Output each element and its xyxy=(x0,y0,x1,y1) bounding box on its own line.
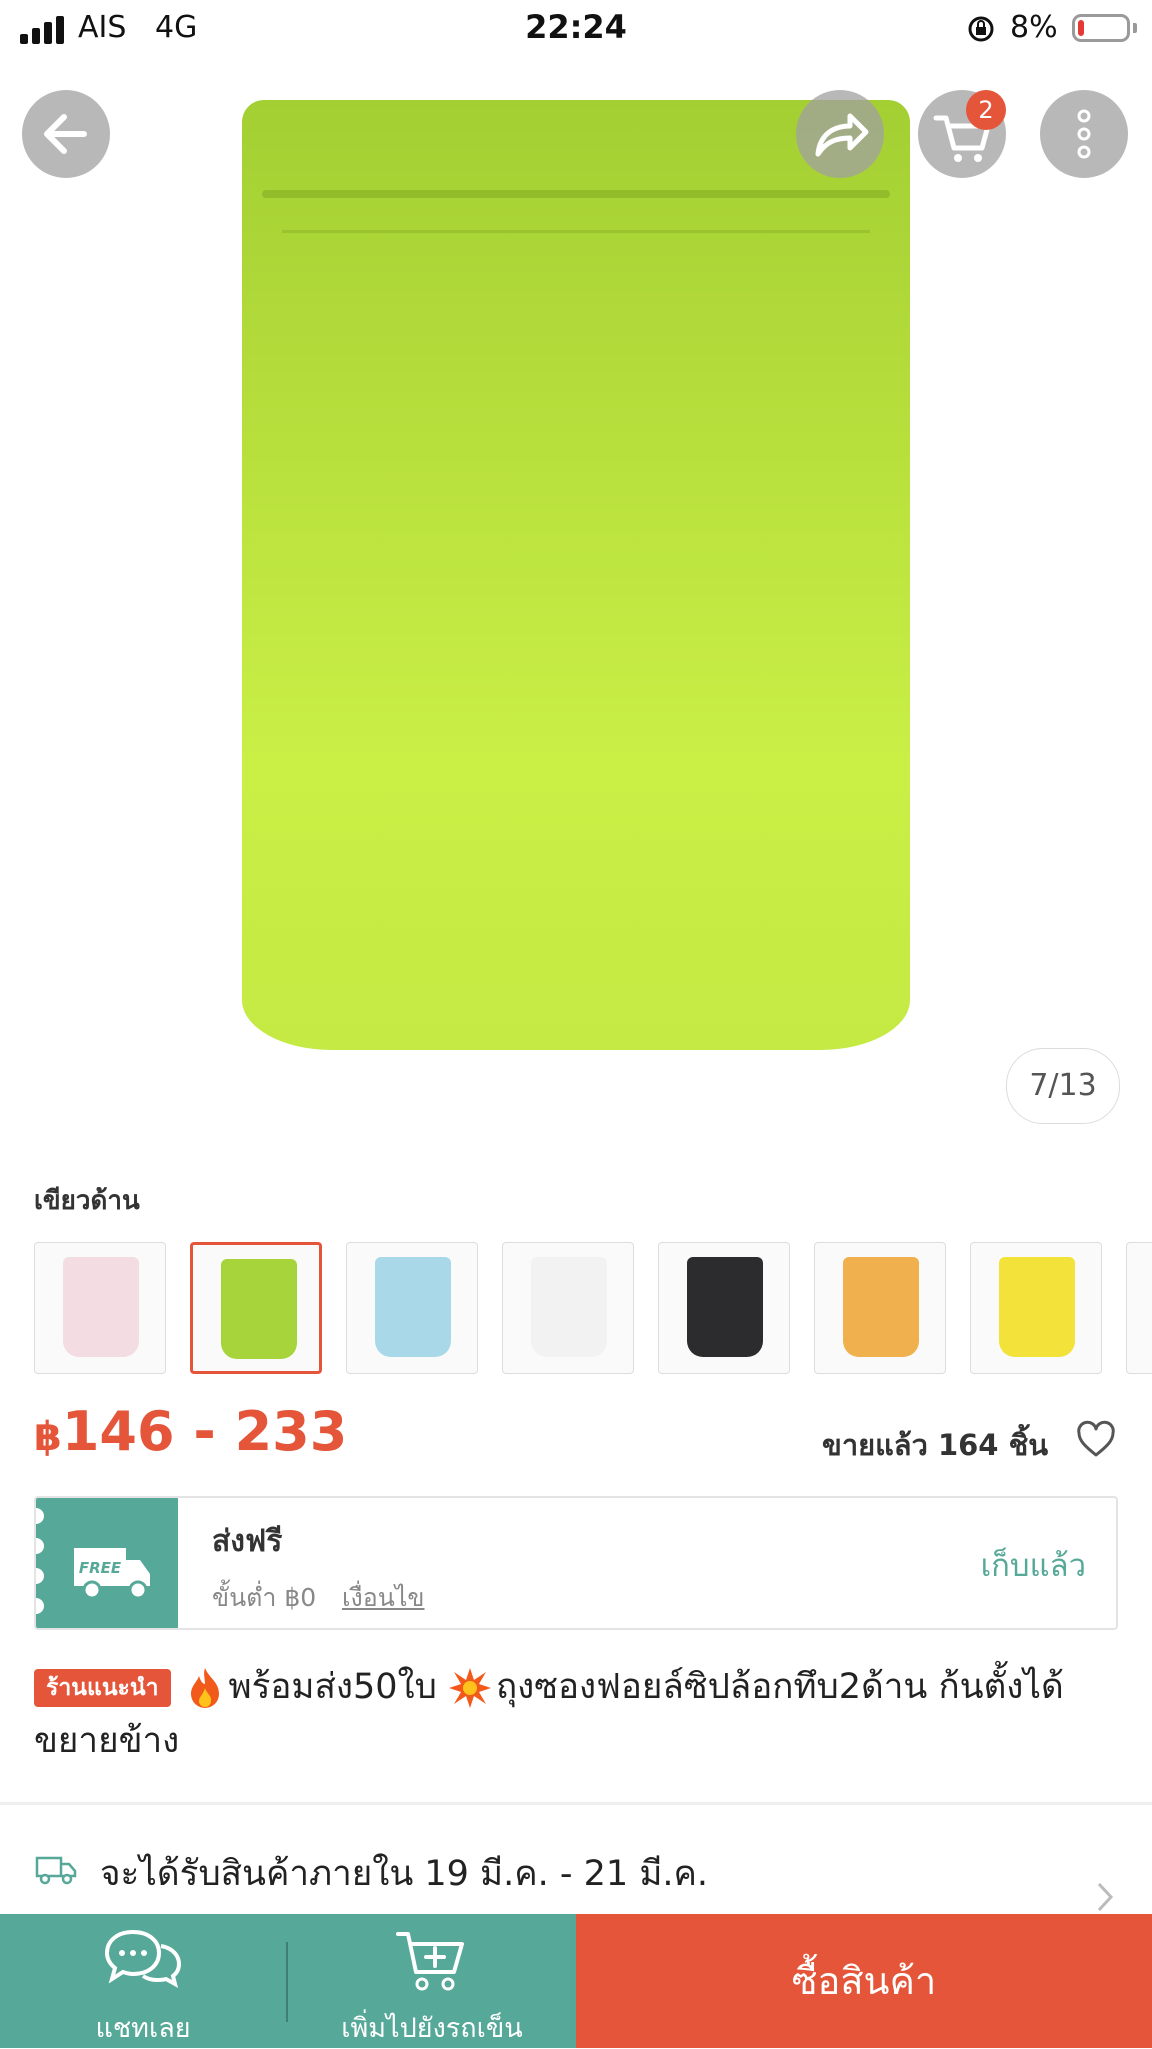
recommended-shop-badge: ร้านแนะนำ xyxy=(34,1669,171,1707)
variant-image xyxy=(687,1257,763,1357)
product-title: ร้านแนะนำ พร้อมส่ง50ใบ ถุงซองฟอยล์ซิปล้อก… xyxy=(34,1667,1064,1761)
variant-thumbnail[interactable] xyxy=(34,1242,166,1374)
variant-thumbnail[interactable] xyxy=(346,1242,478,1374)
variant-image xyxy=(63,1257,139,1357)
divider xyxy=(0,1802,1152,1805)
free-shipping-voucher[interactable]: FREE ส่งฟรี ขั้นต่ำ ฿0 เงื่อนไข เก็บแล้ว xyxy=(34,1496,1118,1630)
variant-thumbnail[interactable] xyxy=(190,1242,322,1374)
status-bar: AIS 4G 22:24 8% xyxy=(0,0,1152,60)
more-vertical-icon xyxy=(1077,109,1091,159)
free-shipping-logo: FREE xyxy=(36,1498,178,1628)
variant-thumbnail[interactable] xyxy=(658,1242,790,1374)
delivery-truck-icon xyxy=(35,1856,77,1885)
variant-image xyxy=(843,1257,919,1357)
voucher-min-spend: ขั้นต่ำ ฿0 xyxy=(212,1583,317,1612)
battery-percent: 8% xyxy=(1010,10,1058,45)
add-to-cart-button[interactable]: เพิ่มไปยังรถเข็น xyxy=(288,1914,576,2048)
cart-plus-icon xyxy=(396,1932,464,1991)
more-options-button[interactable] xyxy=(1040,90,1128,178)
share-icon xyxy=(815,113,869,157)
product-image xyxy=(242,100,910,1050)
voucher-claimed-status: เก็บแล้ว xyxy=(980,1548,1086,1584)
variant-thumbnail[interactable] xyxy=(970,1242,1102,1374)
variant-thumbnail[interactable] xyxy=(502,1242,634,1374)
chevron-right-icon xyxy=(1097,1882,1114,1912)
chat-label: แชทเลย xyxy=(95,2013,191,2044)
voucher-title: ส่งฟรี xyxy=(212,1524,283,1559)
battery-icon xyxy=(1072,14,1130,42)
delivery-estimate-row[interactable]: จะได้รับสินค้าภายใน 19 มี.ค. - 21 มี.ค. xyxy=(34,1840,1152,1900)
variant-thumbnails xyxy=(34,1242,1152,1374)
bottom-action-bar: แชทเลย เพิ่มไปยังรถเข็น ซื้อสินค้า xyxy=(0,1914,1152,2048)
truck-icon: FREE xyxy=(74,1548,150,1600)
variant-label: เขียวด้าน xyxy=(34,1186,140,1216)
svg-text:FREE: FREE xyxy=(79,1559,122,1577)
add-to-cart-label: เพิ่มไปยังรถเข็น xyxy=(341,2013,523,2044)
chat-button[interactable]: แชทเลย xyxy=(0,1914,286,2048)
rotation-lock-icon xyxy=(968,16,994,42)
variant-image xyxy=(999,1257,1075,1357)
price: ฿146 - 233 xyxy=(34,1400,348,1463)
voucher-conditions-link[interactable]: เงื่อนไข xyxy=(342,1578,425,1618)
cart-count-badge: 2 xyxy=(966,90,1006,130)
fire-icon xyxy=(190,1668,219,1708)
buy-now-button[interactable]: ซื้อสินค้า xyxy=(576,1914,1152,2048)
variant-image xyxy=(221,1259,297,1359)
product-image-gallery[interactable] xyxy=(0,60,1152,1160)
heart-icon[interactable] xyxy=(1074,1418,1118,1462)
variant-image xyxy=(531,1257,607,1357)
variant-image xyxy=(375,1257,451,1357)
back-button[interactable] xyxy=(22,90,110,178)
variant-thumbnail[interactable] xyxy=(814,1242,946,1374)
image-counter: 7/13 xyxy=(1006,1048,1120,1124)
delivery-estimate-text: จะได้รับสินค้าภายใน 19 มี.ค. - 21 มี.ค. xyxy=(100,1854,709,1894)
arrow-left-icon xyxy=(44,114,87,154)
sold-count: ขายแล้ว 164 ชิ้น xyxy=(822,1428,1049,1462)
chat-icon xyxy=(104,1929,182,1988)
variant-thumbnail[interactable] xyxy=(1126,1242,1152,1374)
collision-icon xyxy=(448,1668,491,1708)
share-button[interactable] xyxy=(796,90,884,178)
